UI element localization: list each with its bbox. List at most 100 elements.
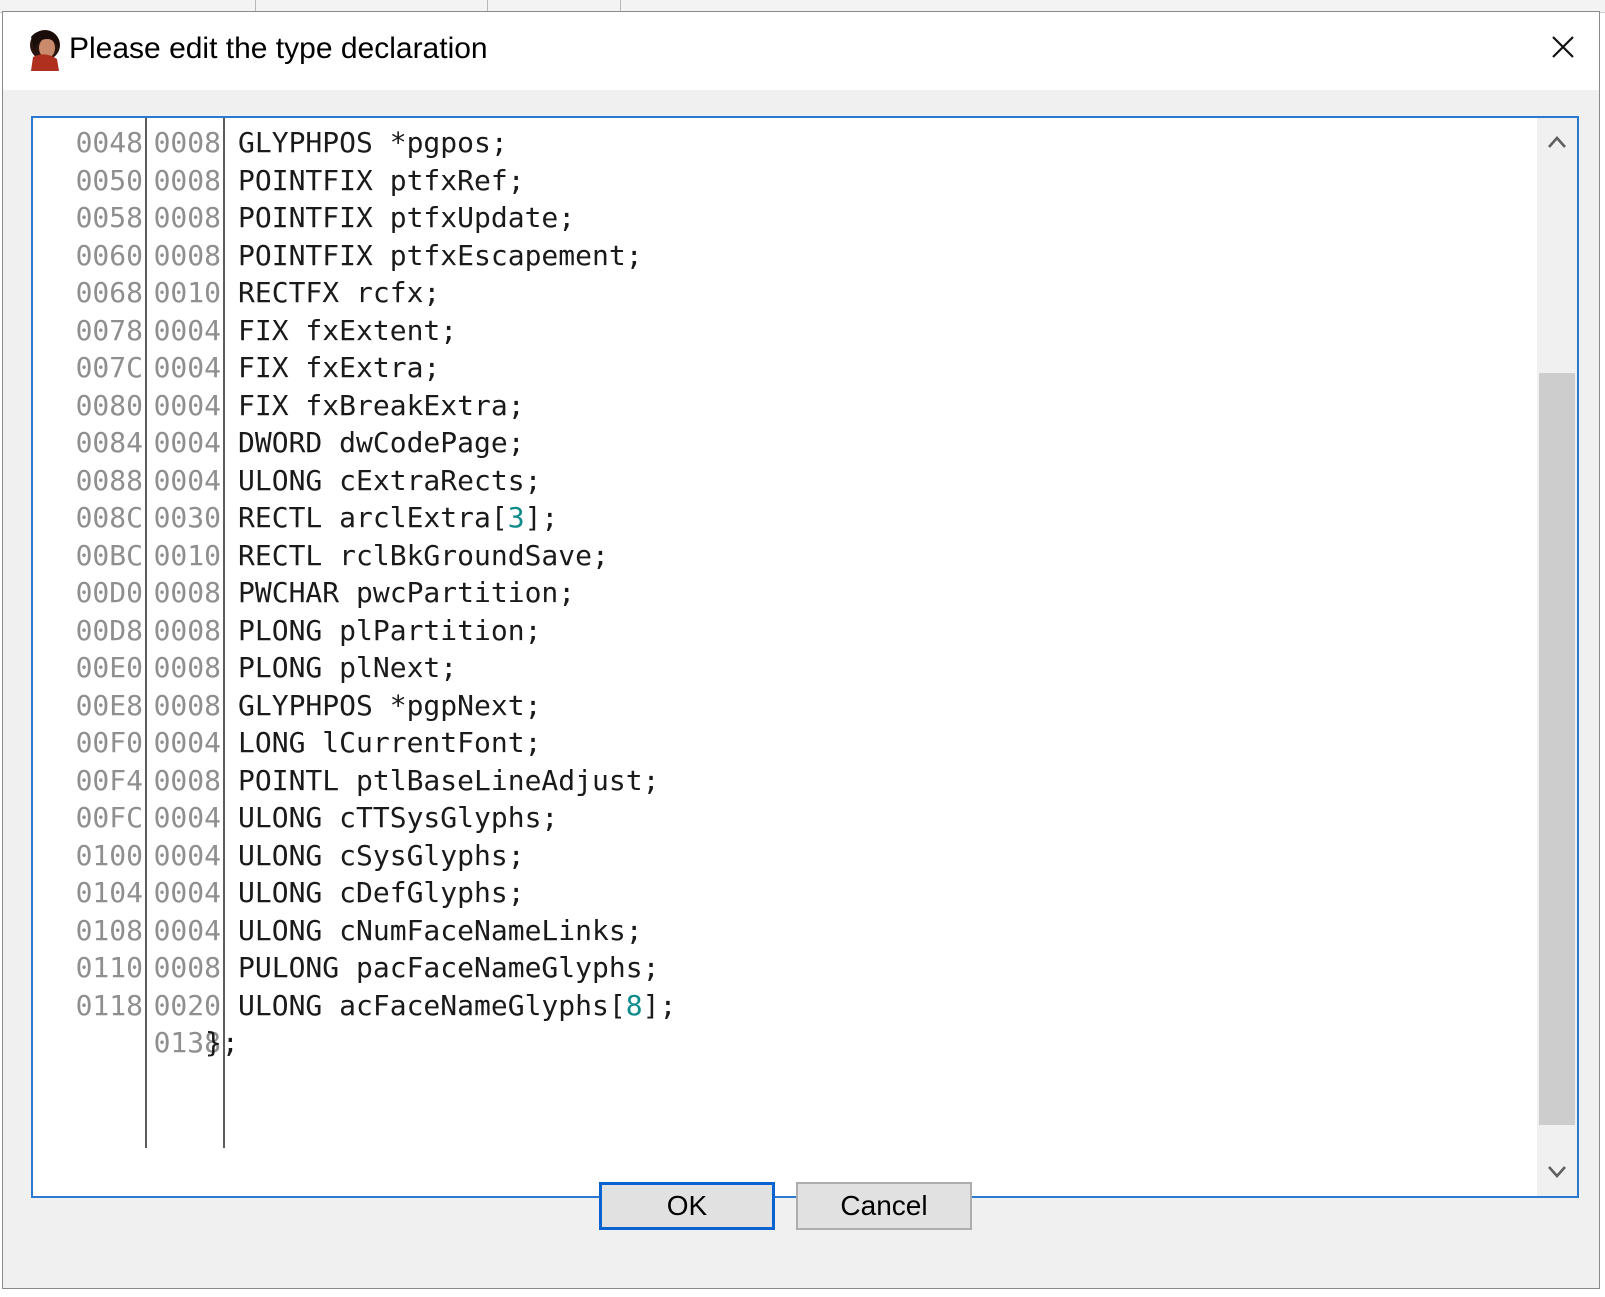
code-line: 00D8 0008 PLONG plPartition; [33, 612, 1523, 650]
code-lines: 0048 0008 GLYPHPOS *pgpos; 0050 0008 POINTFIX… [33, 124, 1523, 1062]
offset-value: 00E8 [75, 688, 143, 722]
declaration-text: FIX fxBreakExtra; [238, 388, 525, 422]
code-line: 0078 0004 FIX fxExtent; [33, 312, 1523, 350]
array-size-literal: 3 [507, 501, 525, 534]
code-line: 0108 0004 ULONG cNumFaceNameLinks; [33, 912, 1523, 950]
offset-value: 0104 [75, 876, 143, 909]
declaration-text-prefix: RECTL arclExtra[ [238, 501, 508, 534]
offset-value: 00F4 [75, 763, 143, 797]
declaration-text: POINTFIX ptfxRef; [238, 163, 525, 197]
offset-value: 0050 [75, 163, 143, 197]
offset-value: 0060 [75, 238, 143, 272]
code-line: 0068 0010 RECTFX rcfx; [33, 274, 1523, 312]
code-line: 00BC 0010 RECTL rclBkGroundSave; [33, 537, 1523, 575]
offset-value: 0080 [75, 388, 143, 422]
size-value: 0004 [153, 388, 221, 422]
code-line: 0048 0008 GLYPHPOS *pgpos; [33, 124, 1523, 162]
declaration-text: RECTL arclExtra[3]; [238, 499, 558, 537]
array-size-literal: 8 [625, 988, 643, 1022]
dialog-title: Please edit the type declaration [69, 32, 488, 65]
offset-value: 00BC [75, 538, 143, 572]
declaration-text: }; [205, 1026, 239, 1059]
close-icon [1552, 36, 1574, 58]
scroll-up-button[interactable] [1537, 118, 1577, 166]
size-value: 0008 [153, 201, 221, 234]
declaration-text: ULONG cNumFaceNameLinks; [238, 913, 643, 947]
offset-value: 007C [75, 351, 143, 384]
offset-value: 0048 [75, 126, 143, 159]
offset-value: 0118 [75, 988, 143, 1022]
offset-value: 00F0 [75, 726, 143, 759]
declaration-text: FIX fxExtra; [238, 351, 441, 384]
code-line: 0050 0008 POINTFIX ptfxRef; [33, 162, 1523, 200]
code-line: 00E8 0008 GLYPHPOS *pgpNext; [33, 687, 1523, 725]
code-line: 0104 0004 ULONG cDefGlyphs; [33, 874, 1523, 912]
declaration-text: POINTL ptlBaseLineAdjust; [238, 763, 660, 797]
declaration-text: PWCHAR pwcPartition; [238, 576, 576, 609]
size-value: 0008 [153, 763, 221, 797]
offset-value: 0100 [75, 838, 143, 872]
code-line: 0060 0008 POINTFIX ptfxEscapement; [33, 237, 1523, 275]
declaration-editor[interactable]: 0048 0008 GLYPHPOS *pgpos; 0050 0008 POINTFIX… [31, 116, 1579, 1198]
code-line: 0100 0004 ULONG cSysGlyphs; [33, 837, 1523, 875]
offset-value: 0084 [75, 426, 143, 459]
code-line: 00FC 0004 ULONG cTTSysGlyphs; [33, 799, 1523, 837]
vertical-scrollbar[interactable] [1537, 118, 1577, 1196]
size-value: 0004 [153, 801, 221, 834]
offset-value: 00D0 [75, 576, 143, 609]
avatar-icon [30, 30, 60, 71]
code-line: 0058 0008 POINTFIX ptfxUpdate; [33, 199, 1523, 237]
scrollbar-thumb[interactable] [1539, 373, 1575, 1125]
ok-button[interactable]: OK [599, 1182, 775, 1230]
declaration-text: ULONG cTTSysGlyphs; [238, 801, 559, 834]
declaration-text: LONG lCurrentFont; [238, 726, 542, 759]
declaration-text: PLONG plPartition; [238, 613, 542, 647]
size-value: 0008 [153, 238, 221, 272]
declaration-text: RECTL rclBkGroundSave; [238, 538, 609, 572]
code-line: 007C 0004 FIX fxExtra; [33, 349, 1523, 387]
offset-value: 0078 [75, 313, 143, 347]
offset-value: 00FC [75, 801, 143, 834]
size-value: 0008 [153, 613, 221, 647]
title-bar[interactable]: Please edit the type declaration [3, 12, 1599, 90]
size-value: 0008 [153, 126, 221, 159]
size-value: 0010 [153, 538, 221, 572]
code-line: 0084 0004 DWORD dwCodePage; [33, 424, 1523, 462]
close-button[interactable] [1527, 12, 1599, 82]
type-declaration-dialog: Please edit the type declaration 0048 000… [2, 11, 1600, 1289]
scroll-down-button[interactable] [1537, 1148, 1577, 1196]
size-value: 0004 [153, 313, 221, 347]
code-line: 008C 0030 RECTL arclExtra[3]; [33, 499, 1523, 537]
declaration-text: PULONG pacFaceNameGlyphs; [238, 951, 660, 984]
code-line: 00F4 0008 POINTL ptlBaseLineAdjust; [33, 762, 1523, 800]
code-line: 0118 0020 ULONG acFaceNameGlyphs[8]; [33, 987, 1523, 1025]
size-value: 0004 [153, 913, 221, 947]
declaration-text: POINTFIX ptfxEscapement; [238, 238, 643, 272]
declaration-text: PLONG plNext; [238, 651, 458, 684]
declaration-text: GLYPHPOS *pgpos; [238, 126, 508, 159]
size-value: 0004 [153, 351, 221, 384]
declaration-text: GLYPHPOS *pgpNext; [238, 688, 542, 722]
declaration-text: POINTFIX ptfxUpdate; [238, 201, 576, 234]
size-value: 0008 [153, 951, 221, 984]
code-line: 0088 0004 ULONG cExtraRects; [33, 462, 1523, 500]
code-line: 00E0 0008 PLONG plNext; [33, 649, 1523, 687]
size-value: 0010 [153, 276, 221, 309]
declaration-text: ULONG cDefGlyphs; [238, 876, 525, 909]
declaration-text: FIX fxExtent; [238, 313, 458, 347]
offset-value: 0088 [75, 463, 143, 497]
offset-value: 00E0 [75, 651, 143, 684]
size-value: 0030 [153, 501, 221, 534]
cancel-button[interactable]: Cancel [796, 1182, 972, 1230]
offset-value: 0110 [75, 951, 143, 984]
size-value: 0004 [153, 876, 221, 909]
size-value: 0008 [153, 163, 221, 197]
size-value: 0004 [153, 726, 221, 759]
size-value: 0004 [153, 426, 221, 459]
declaration-text: ULONG acFaceNameGlyphs[8]; [238, 987, 676, 1025]
code-line: 0110 0008 PULONG pacFaceNameGlyphs; [33, 949, 1523, 987]
declaration-text-suffix: ]; [524, 501, 559, 534]
declaration-text: ULONG cSysGlyphs; [238, 838, 525, 872]
offset-value: 0068 [75, 276, 143, 309]
declaration-text: RECTFX rcfx; [238, 276, 441, 309]
